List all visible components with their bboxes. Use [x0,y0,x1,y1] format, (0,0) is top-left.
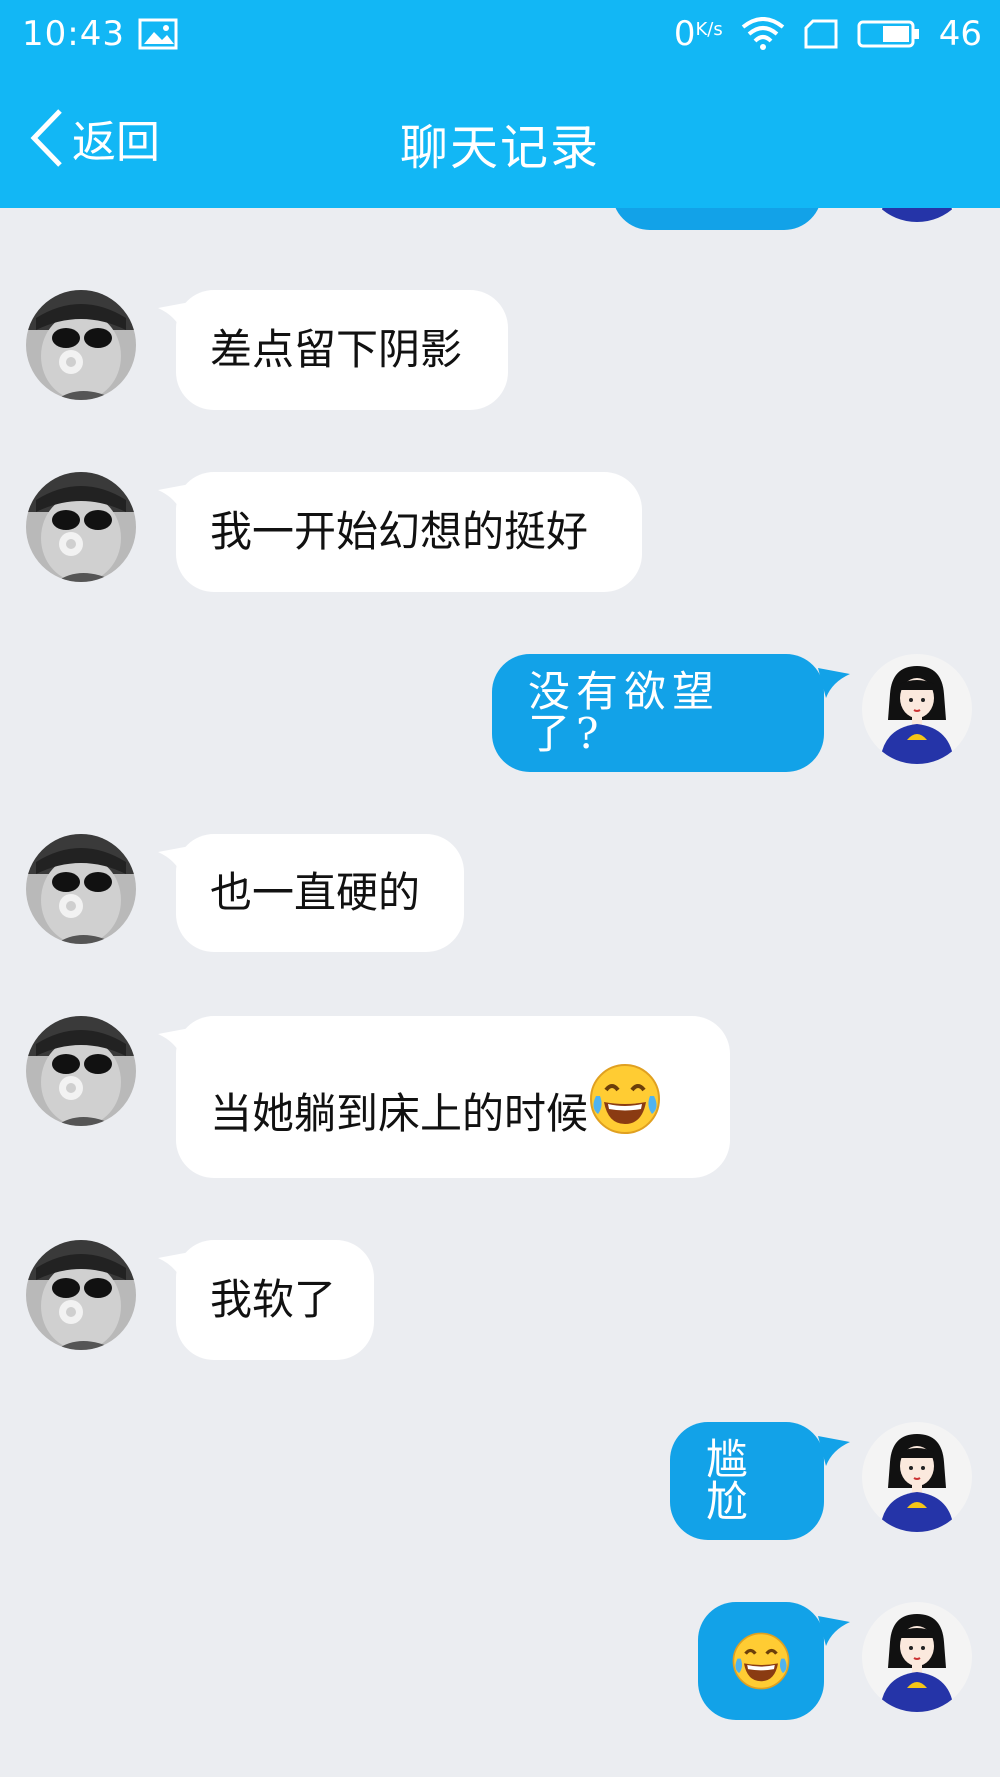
wifi-icon [741,17,784,50]
sim-card-icon [804,19,838,49]
message-text: 当她躺到床上的时候 [210,1089,589,1138]
contact-avatar[interactable] [26,290,136,400]
network-speed: 0K/s [673,14,723,54]
message-bubble[interactable]: 尴尬 [670,1422,824,1540]
contact-avatar[interactable] [26,472,136,582]
nav-bar: 返回 聊天记录 [0,90,1000,190]
image-notification-icon [138,18,178,50]
contact-avatar[interactable] [26,834,136,944]
tears-of-joy-emoji [589,1063,662,1135]
my-avatar[interactable] [862,1602,972,1712]
bubble-tail [818,1616,850,1646]
my-avatar[interactable] [862,1422,972,1532]
bubble-tail [818,1436,850,1466]
battery-level: 46 [938,14,982,54]
chat-history[interactable]: 差点留下阴影 我一开始幻想的挺好 没有欲望了? 也一直硬的 当她躺到床上的时候 … [0,0,1000,1777]
message-bubble[interactable]: 我一开始幻想的挺好 [176,472,642,592]
message-bubble[interactable]: 我软了 [176,1240,374,1360]
message-text: 差点留下阴影 [210,325,463,374]
message-text: 尴尬 [706,1435,755,1526]
message-text: 也一直硬的 [210,868,421,917]
message-text: 没有欲望了? [528,667,721,758]
page-title: 聊天记录 [399,120,600,176]
message-bubble[interactable]: 当她躺到床上的时候 [176,1016,730,1178]
status-bar: 10:43 0K/s 46 [0,0,1000,70]
status-time: 10:43 [22,14,125,54]
message-bubble[interactable]: 差点留下阴影 [176,290,508,410]
contact-avatar[interactable] [26,1016,136,1126]
contact-avatar[interactable] [26,1240,136,1350]
tears-of-joy-emoji [731,1631,791,1691]
message-bubble[interactable]: 也一直硬的 [176,834,464,952]
message-text: 我一开始幻想的挺好 [210,507,589,556]
battery-icon [857,20,919,48]
message-bubble[interactable]: 没有欲望了? [492,654,824,772]
my-avatar[interactable] [862,654,972,764]
header-bar: 10:43 0K/s 46 返回 聊天记录 [0,0,1000,208]
bubble-tail [818,668,850,698]
message-bubble[interactable] [698,1602,824,1720]
message-text: 我软了 [210,1275,337,1324]
